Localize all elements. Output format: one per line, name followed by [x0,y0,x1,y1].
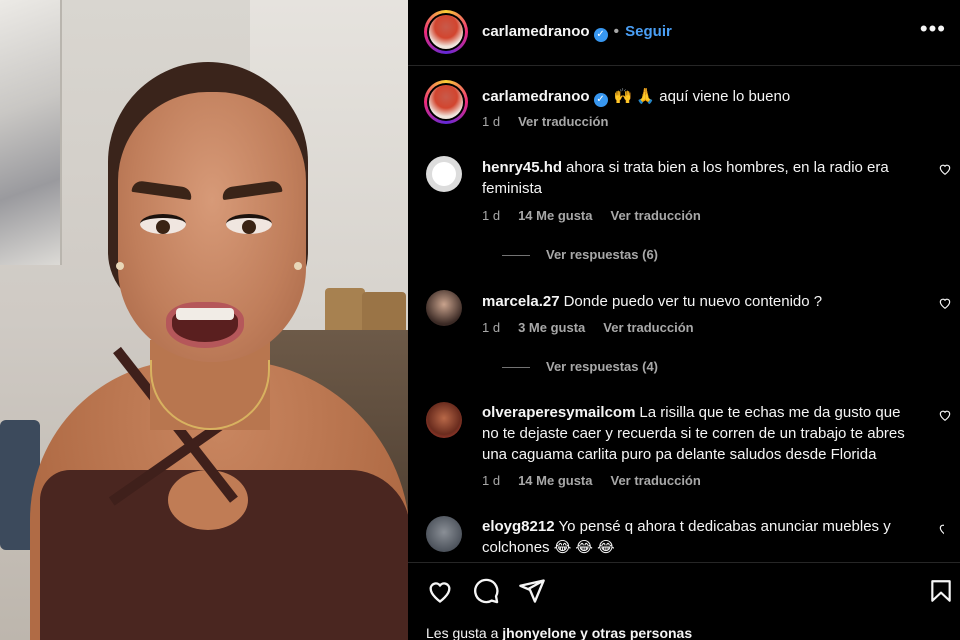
comment-likes[interactable]: 3 Me gusta [518,320,585,335]
eye [226,214,272,234]
comment-username[interactable]: olveraperesymailcom [482,404,635,421]
comment-username[interactable]: henry45.hd [482,159,562,176]
post-details-panel: carlamedranoo ✓ • Seguir ••• carlamedranoo ✓… [408,0,960,640]
comment-likes[interactable]: 14 Me gusta [518,473,592,488]
avatar[interactable] [424,80,468,124]
top-cutout [168,470,248,530]
heart-icon[interactable] [938,296,952,310]
post-username[interactable]: carlamedranoo [482,23,590,40]
comment-text: marcela.27 Donde puedo ver tu nuevo conte… [482,291,912,312]
comment-icon[interactable] [472,577,500,605]
caption-meta: 1 d Ver traducción [482,114,626,129]
avatar[interactable] [426,402,462,438]
caption-translate[interactable]: Ver traducción [518,114,608,129]
comment-item: marcela.27 Donde puedo ver tu nuevo conte… [424,290,951,380]
post-media[interactable] [0,0,408,640]
bookmark-icon[interactable] [928,577,954,605]
earring [116,262,124,270]
view-replies[interactable]: Ver respuestas (6) [502,247,658,262]
comment-meta: 1 d 3 Me gusta Ver traducción [482,320,712,335]
post-header: carlamedranoo ✓ • Seguir ••• [408,0,960,66]
heart-icon[interactable] [426,577,454,605]
avatar[interactable] [426,290,462,326]
post-actions: Les gusta a jhonyelone y otras personas [408,562,960,640]
comment-translate[interactable]: Ver traducción [603,320,693,335]
teeth [176,308,234,320]
earring [294,262,302,270]
likes-user[interactable]: jhonyelone [502,625,576,640]
comment-text: eloyg8212 Yo pensé q ahora t dedicabas an… [482,516,912,558]
comment-translate[interactable]: Ver traducción [611,208,701,223]
comment-meta: 1 d 14 Me gusta Ver traducción [482,208,719,223]
caption-body: 🙌 🙏 aquí viene lo bueno [613,88,791,105]
send-icon[interactable] [518,577,546,605]
comment-username[interactable]: marcela.27 [482,293,560,310]
more-horizontal-icon[interactable]: ••• [920,16,946,42]
comment-text: henry45.hd ahora si trata bien a los homb… [482,157,912,199]
likes-suffix[interactable]: y otras personas [580,625,692,640]
verified-badge-icon: ✓ [593,93,608,107]
caption-time[interactable]: 1 d [482,114,500,129]
comment-username[interactable]: eloyg8212 [482,518,555,535]
comment-body: Donde puedo ver tu nuevo contenido ? [563,293,823,310]
heart-icon[interactable] [938,522,944,536]
avatar[interactable] [426,156,462,192]
wall-art [0,0,62,265]
comment-item: eloyg8212 Yo pensé q ahora t dedicabas an… [424,516,944,562]
likes-prefix: Les gusta a [426,625,499,640]
comment-time[interactable]: 1 d [482,473,500,488]
caption-text: carlamedranoo ✓ 🙌 🙏 aquí viene lo bueno [482,86,912,107]
comment-translate[interactable]: Ver traducción [611,473,701,488]
caption: carlamedranoo ✓ 🙌 🙏 aquí viene lo bueno 1 … [424,80,944,140]
header-user-line: carlamedranoo ✓ • Seguir [482,23,672,42]
verified-badge-icon: ✓ [593,28,608,42]
caption-username[interactable]: carlamedranoo [482,88,590,105]
view-replies[interactable]: Ver respuestas (4) [502,359,658,374]
comment-time[interactable]: 1 d [482,208,500,223]
comment-item: henry45.hd ahora si trata bien a los homb… [424,156,951,268]
comment-item: olveraperesymailcom La risilla que te ech… [424,402,951,502]
separator-dot: • [613,23,620,40]
likes-summary: Les gusta a jhonyelone y otras personas [426,625,692,640]
follow-button[interactable]: Seguir [625,23,672,40]
avatar[interactable] [424,10,468,54]
comment-text: olveraperesymailcom La risilla que te ech… [482,402,912,465]
comment-meta: 1 d 14 Me gusta Ver traducción [482,473,719,488]
avatar[interactable] [426,516,462,552]
eye [140,214,186,234]
comment-time[interactable]: 1 d [482,320,500,335]
comment-likes[interactable]: 14 Me gusta [518,208,592,223]
heart-icon[interactable] [938,408,952,422]
heart-icon[interactable] [938,162,952,176]
